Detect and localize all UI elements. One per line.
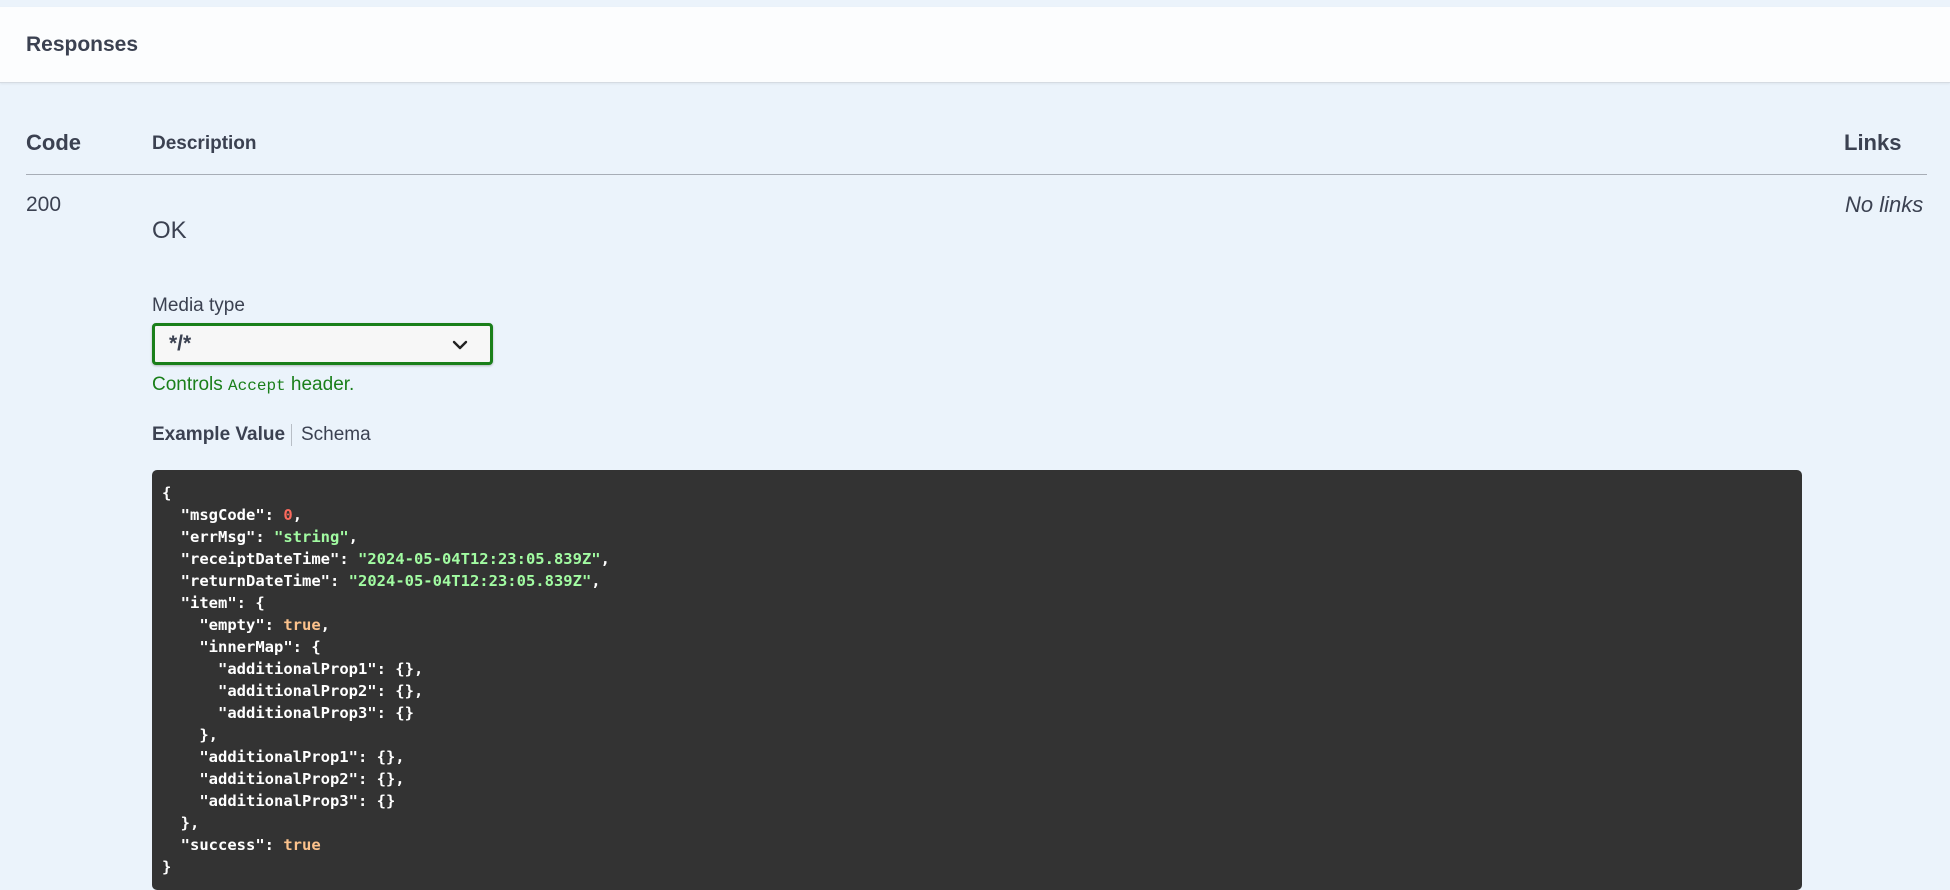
column-header-description: Description xyxy=(152,133,257,154)
json-boolean: true xyxy=(283,616,321,634)
tab-schema[interactable]: Schema xyxy=(301,424,371,446)
json-string: "string" xyxy=(274,528,349,546)
json-key: "msgCode" xyxy=(180,506,265,524)
json-key: "item" xyxy=(180,594,237,612)
header-divider xyxy=(26,174,1927,175)
controls-suffix: header. xyxy=(290,374,355,395)
response-code: 200 xyxy=(26,193,62,216)
responses-header: Responses xyxy=(0,7,1950,83)
json-key: "additionalProp2" xyxy=(218,682,377,700)
controls-accept-note: Controls Accept header. xyxy=(152,374,354,396)
json-key: "additionalProp1" xyxy=(199,748,358,766)
response-description: OK xyxy=(152,217,187,244)
column-header-links: Links xyxy=(1844,130,1902,155)
json-boolean: true xyxy=(283,836,321,854)
example-value-code-block: { "msgCode": 0, "errMsg": "string", "rec… xyxy=(152,470,1802,890)
media-type-select[interactable]: */* xyxy=(152,323,493,365)
json-key: "additionalProp2" xyxy=(199,770,358,788)
json-string: "2024-05-04T12:23:05.839Z" xyxy=(357,550,601,568)
json-key: "innerMap" xyxy=(199,638,293,656)
column-header-code: Code xyxy=(26,130,81,155)
json-string: "2024-05-04T12:23:05.839Z" xyxy=(348,572,592,590)
json-key: "empty" xyxy=(199,616,265,634)
example-json: { "msgCode": 0, "errMsg": "string", "rec… xyxy=(162,484,610,876)
response-links: No links xyxy=(1845,192,1924,217)
tab-example-value[interactable]: Example Value xyxy=(152,424,285,446)
tab-divider xyxy=(291,424,292,446)
json-key: "additionalProp3" xyxy=(199,792,358,810)
json-key: "additionalProp3" xyxy=(218,704,377,722)
json-key: "receiptDateTime" xyxy=(180,550,340,568)
controls-code: Accept xyxy=(228,377,286,395)
responses-title: Responses xyxy=(26,33,139,56)
json-number: 0 xyxy=(283,506,293,524)
json-key: "additionalProp1" xyxy=(218,660,377,678)
media-type-label: Media type xyxy=(152,295,245,316)
chevron-down-icon xyxy=(452,340,468,350)
controls-prefix: Controls xyxy=(152,374,223,395)
json-key: "success" xyxy=(180,836,265,854)
top-strip xyxy=(0,0,1950,7)
media-type-value: */* xyxy=(169,332,192,355)
json-key: "errMsg" xyxy=(180,528,256,546)
json-key: "returnDateTime" xyxy=(180,572,330,590)
